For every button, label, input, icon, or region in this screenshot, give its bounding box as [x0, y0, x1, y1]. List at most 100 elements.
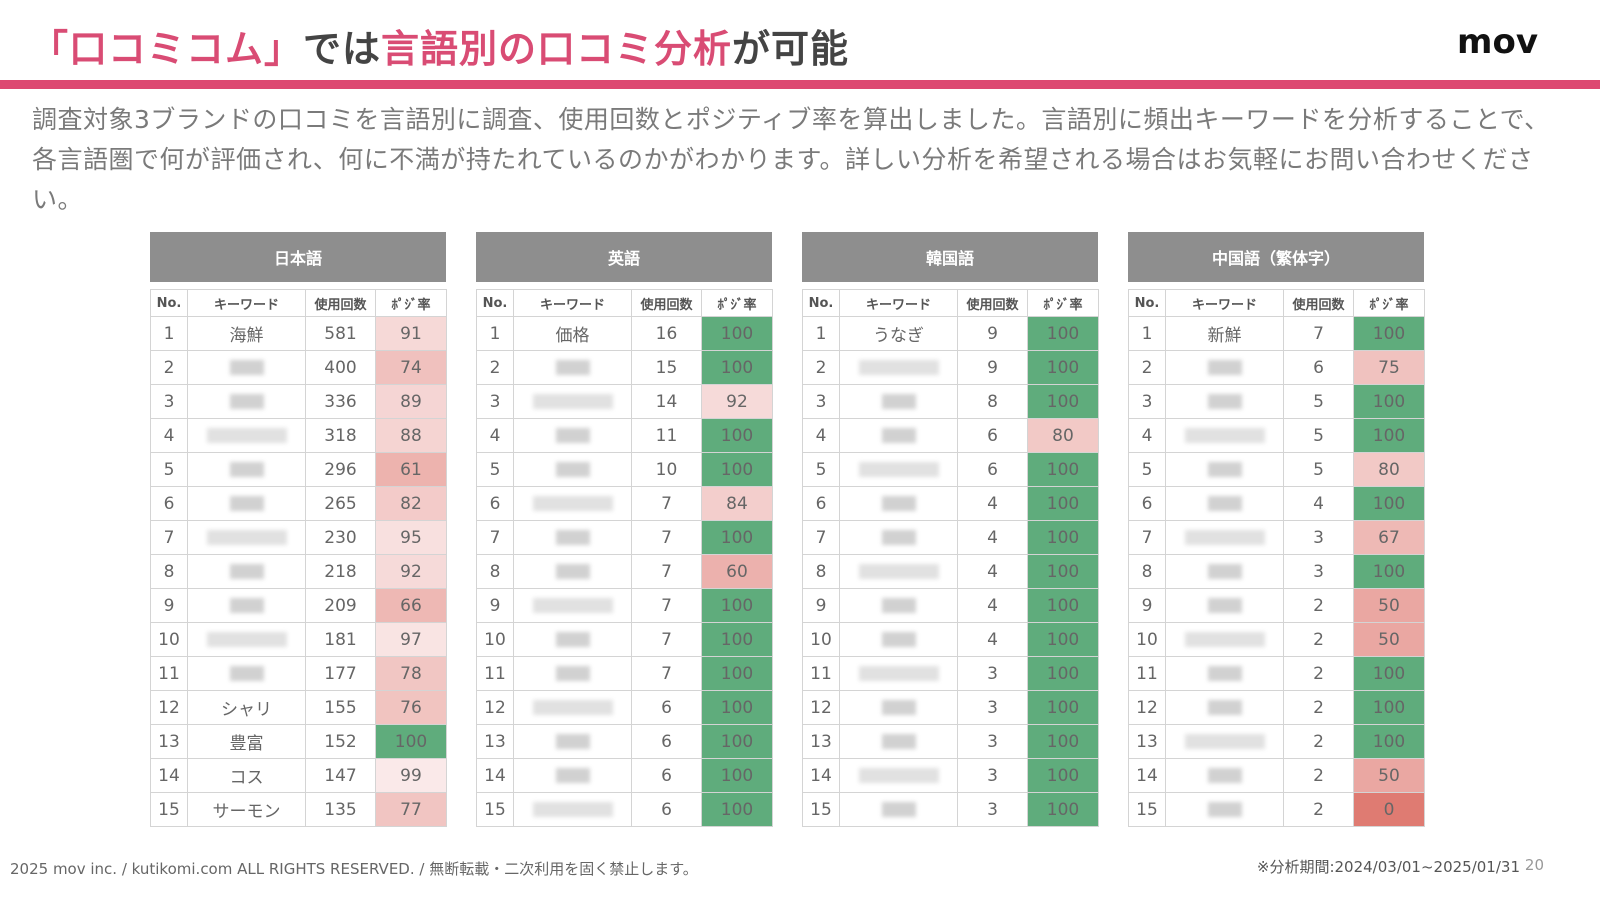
title-part: 「口コミコム」 [30, 27, 304, 71]
usage-count: 2 [1283, 588, 1354, 623]
column-header-row: No. キーワード 使用回数 ﾎﾟｼﾞ率 [1128, 289, 1425, 317]
table-row: 2 9 100 [802, 350, 1099, 385]
usage-count: 3 [957, 758, 1028, 793]
table-row: 3 8 100 [802, 384, 1099, 419]
row-number: 14 [476, 758, 514, 793]
usage-count: 7 [1283, 316, 1354, 351]
row-number: 15 [1128, 792, 1166, 827]
redacted-keyword [1184, 632, 1265, 647]
header-count: 使用回数 [957, 289, 1028, 317]
keyword-cell [187, 418, 306, 453]
redacted-keyword [881, 598, 916, 613]
table-row: 8 4 100 [802, 554, 1099, 589]
redacted-keyword [532, 802, 613, 817]
usage-count: 7 [631, 520, 702, 555]
keyword-cell [187, 350, 306, 385]
row-number: 8 [476, 554, 514, 589]
keyword-cell [1165, 758, 1284, 793]
keyword-cell [513, 554, 632, 589]
row-number: 15 [476, 792, 514, 827]
keyword-cell [839, 520, 958, 555]
usage-count: 177 [305, 656, 376, 691]
keyword-cell: 価格 [513, 316, 632, 351]
positive-rate: 100 [701, 350, 773, 385]
table-row: 4 5 100 [1128, 418, 1425, 453]
positive-rate: 50 [1353, 758, 1425, 793]
title-divider [0, 80, 1600, 89]
keyword-grid: No. キーワード 使用回数 ﾎﾟｼﾞ率 1 海鮮 581 91 2 400 74 3 336 89 4 31… [150, 289, 447, 827]
row-number: 9 [802, 588, 840, 623]
positive-rate: 100 [701, 656, 773, 691]
usage-count: 135 [305, 792, 376, 827]
redacted-keyword [858, 360, 939, 375]
positive-rate: 100 [701, 724, 773, 759]
keyword-table: 英語 No. キーワード 使用回数 ﾎﾟｼﾞ率 1 価格 16 100 2 15 100 3 14 92 4 1… [476, 232, 773, 827]
row-number: 7 [802, 520, 840, 555]
keyword-cell [839, 792, 958, 827]
usage-count: 7 [631, 588, 702, 623]
table-row: 15 6 100 [476, 792, 773, 827]
copyright-text: 2025 mov inc. / kutikomi.com ALL RIGHTS … [10, 860, 698, 878]
row-number: 10 [150, 622, 188, 657]
keyword-cell [839, 384, 958, 419]
table-row: 9 7 100 [476, 588, 773, 623]
row-number: 8 [802, 554, 840, 589]
usage-count: 2 [1283, 724, 1354, 759]
table-row: 5 5 80 [1128, 452, 1425, 487]
usage-count: 3 [957, 792, 1028, 827]
positive-rate: 100 [1027, 520, 1099, 555]
positive-rate: 84 [701, 486, 773, 521]
usage-count: 4 [957, 622, 1028, 657]
redacted-keyword [555, 734, 590, 749]
table-row: 10 4 100 [802, 622, 1099, 657]
row-number: 2 [802, 350, 840, 385]
table-row: 15 サーモン 135 77 [150, 792, 447, 827]
keyword-cell [1165, 792, 1284, 827]
positive-rate: 100 [1027, 690, 1099, 725]
keyword-cell [513, 792, 632, 827]
row-number: 6 [150, 486, 188, 521]
redacted-keyword [1184, 428, 1265, 443]
positive-rate: 92 [701, 384, 773, 419]
row-number: 6 [802, 486, 840, 521]
usage-count: 4 [957, 486, 1028, 521]
row-number: 12 [476, 690, 514, 725]
header-count: 使用回数 [631, 289, 702, 317]
table-row: 9 209 66 [150, 588, 447, 623]
positive-rate: 100 [1027, 622, 1099, 657]
usage-count: 4 [957, 554, 1028, 589]
keyword-cell [513, 758, 632, 793]
usage-count: 6 [631, 724, 702, 759]
keyword-grid: No. キーワード 使用回数 ﾎﾟｼﾞ率 1 新鮮 7 100 2 6 75 3 5 100 4 5 100 5 5… [1128, 289, 1425, 827]
table-row: 7 4 100 [802, 520, 1099, 555]
positive-rate: 100 [375, 724, 447, 759]
positive-rate: 100 [701, 520, 773, 555]
keyword-table: 中国語（繁体字） No. キーワード 使用回数 ﾎﾟｼﾞ率 1 新鮮 7 100 2 6 75 3 5 10… [1128, 232, 1425, 827]
row-number: 3 [1128, 384, 1166, 419]
redacted-keyword [555, 462, 590, 477]
usage-count: 336 [305, 384, 376, 419]
positive-rate: 80 [1353, 452, 1425, 487]
usage-count: 3 [957, 724, 1028, 759]
redacted-keyword [532, 598, 613, 613]
row-number: 13 [476, 724, 514, 759]
positive-rate: 100 [1353, 690, 1425, 725]
row-number: 15 [150, 792, 188, 827]
keyword-cell [1165, 656, 1284, 691]
table-row: 4 11 100 [476, 418, 773, 453]
table-row: 3 14 92 [476, 384, 773, 419]
usage-count: 16 [631, 316, 702, 351]
table-row: 8 3 100 [1128, 554, 1425, 589]
usage-count: 181 [305, 622, 376, 657]
row-number: 14 [802, 758, 840, 793]
table-row: 11 177 78 [150, 656, 447, 691]
row-number: 9 [476, 588, 514, 623]
row-number: 10 [476, 622, 514, 657]
redacted-keyword [555, 564, 590, 579]
usage-count: 15 [631, 350, 702, 385]
table-row: 10 181 97 [150, 622, 447, 657]
table-row: 1 海鮮 581 91 [150, 316, 447, 351]
row-number: 5 [802, 452, 840, 487]
keyword-cell [513, 350, 632, 385]
usage-count: 2 [1283, 656, 1354, 691]
